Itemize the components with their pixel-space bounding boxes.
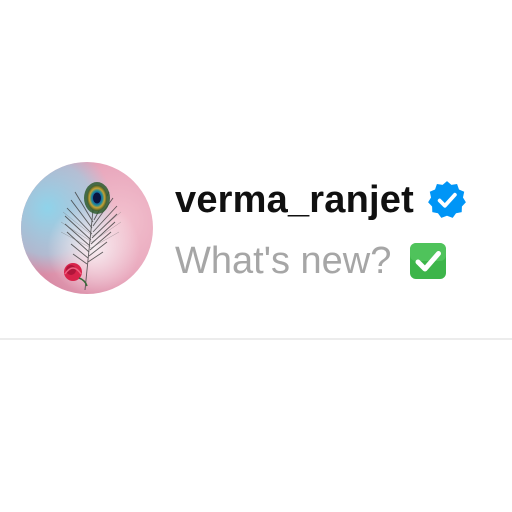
new-post-input[interactable]: What's new? [175,234,447,288]
avatar-image [21,162,153,294]
username-row: verma_ranjet [175,172,468,228]
avatar[interactable] [21,162,153,294]
divider [0,338,512,340]
username[interactable]: verma_ranjet [175,179,414,222]
new-post-placeholder: What's new? [175,239,392,282]
post-composer: verma_ranjet What's new? [0,0,512,512]
verified-badge-icon [428,181,466,218]
white-check-mark-icon [410,243,447,279]
